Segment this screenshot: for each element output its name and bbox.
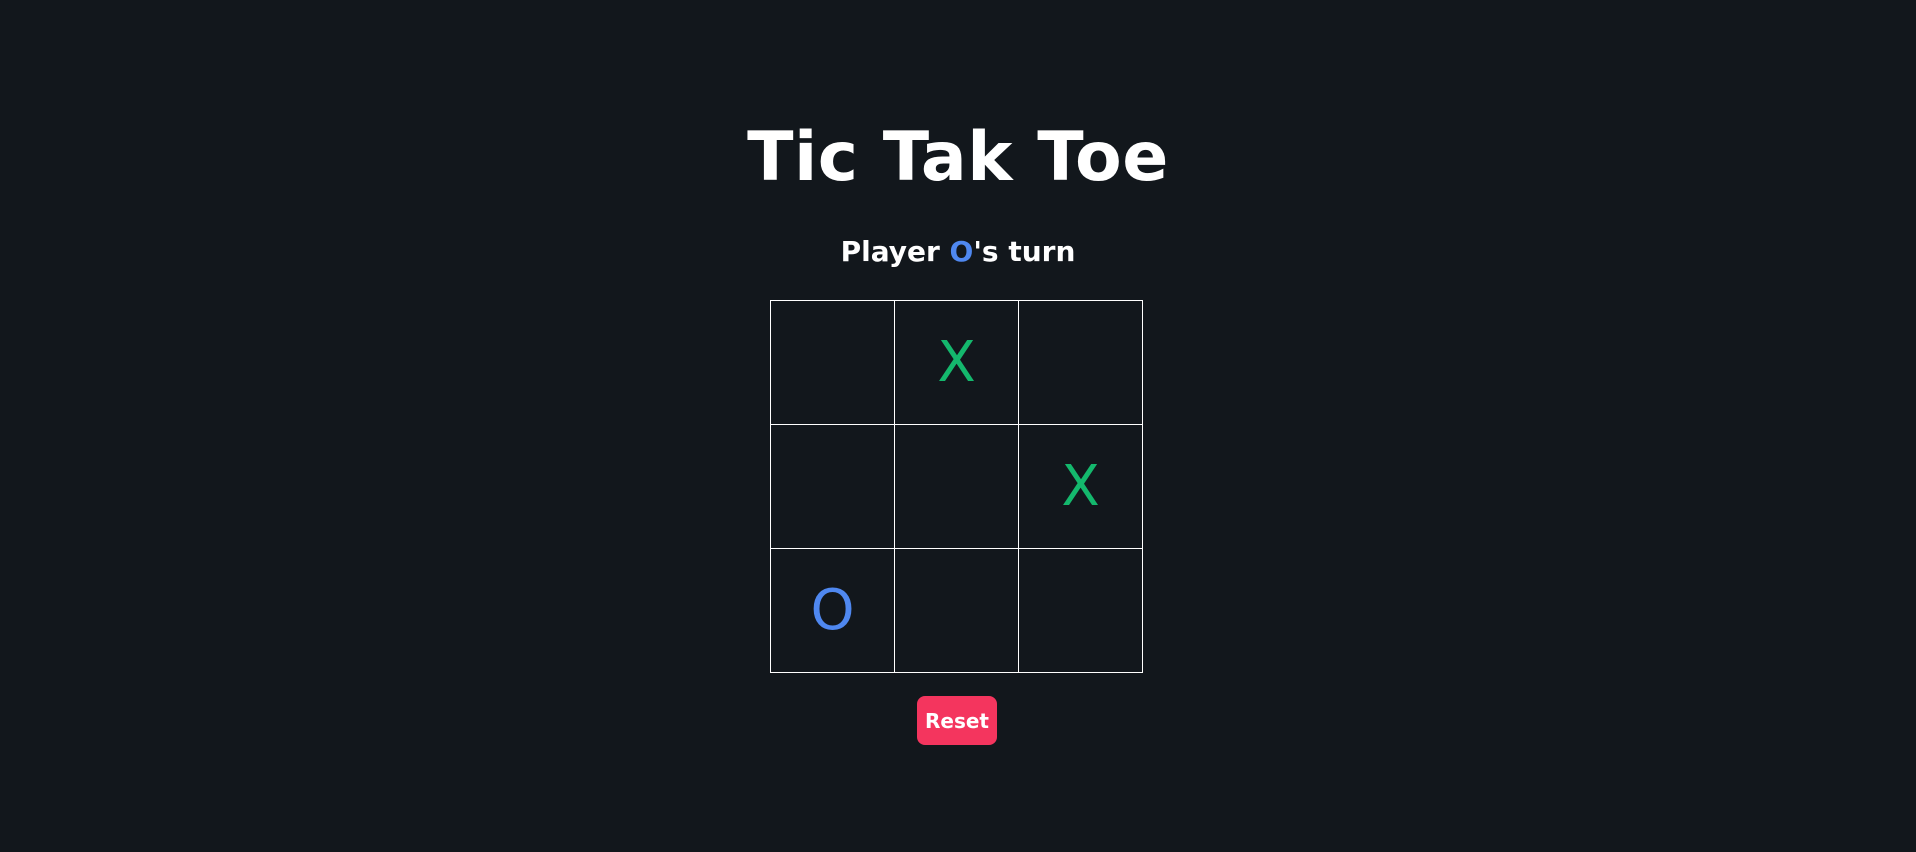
board-cell-4[interactable] xyxy=(770,424,895,549)
current-player-mark: O xyxy=(949,235,974,268)
reset-button[interactable]: Reset xyxy=(917,696,997,745)
board-cell-9[interactable] xyxy=(1018,548,1143,673)
game-board: X X O xyxy=(770,300,1143,673)
board-cell-5[interactable] xyxy=(894,424,1019,549)
board-cell-8[interactable] xyxy=(894,548,1019,673)
game-app: Tic Tak Toe Player O's turn X X O Reset xyxy=(0,0,1916,852)
board-cell-6[interactable]: X xyxy=(1018,424,1143,549)
status-suffix: 's turn xyxy=(973,235,1076,268)
status-prefix: Player xyxy=(840,235,950,268)
board-cell-2[interactable]: X xyxy=(894,300,1019,425)
board-cell-7[interactable]: O xyxy=(770,548,895,673)
page-title: Tic Tak Toe xyxy=(747,118,1169,197)
board-cell-3[interactable] xyxy=(1018,300,1143,425)
board-cell-1[interactable] xyxy=(770,300,895,425)
turn-status: Player O's turn xyxy=(0,232,1916,272)
